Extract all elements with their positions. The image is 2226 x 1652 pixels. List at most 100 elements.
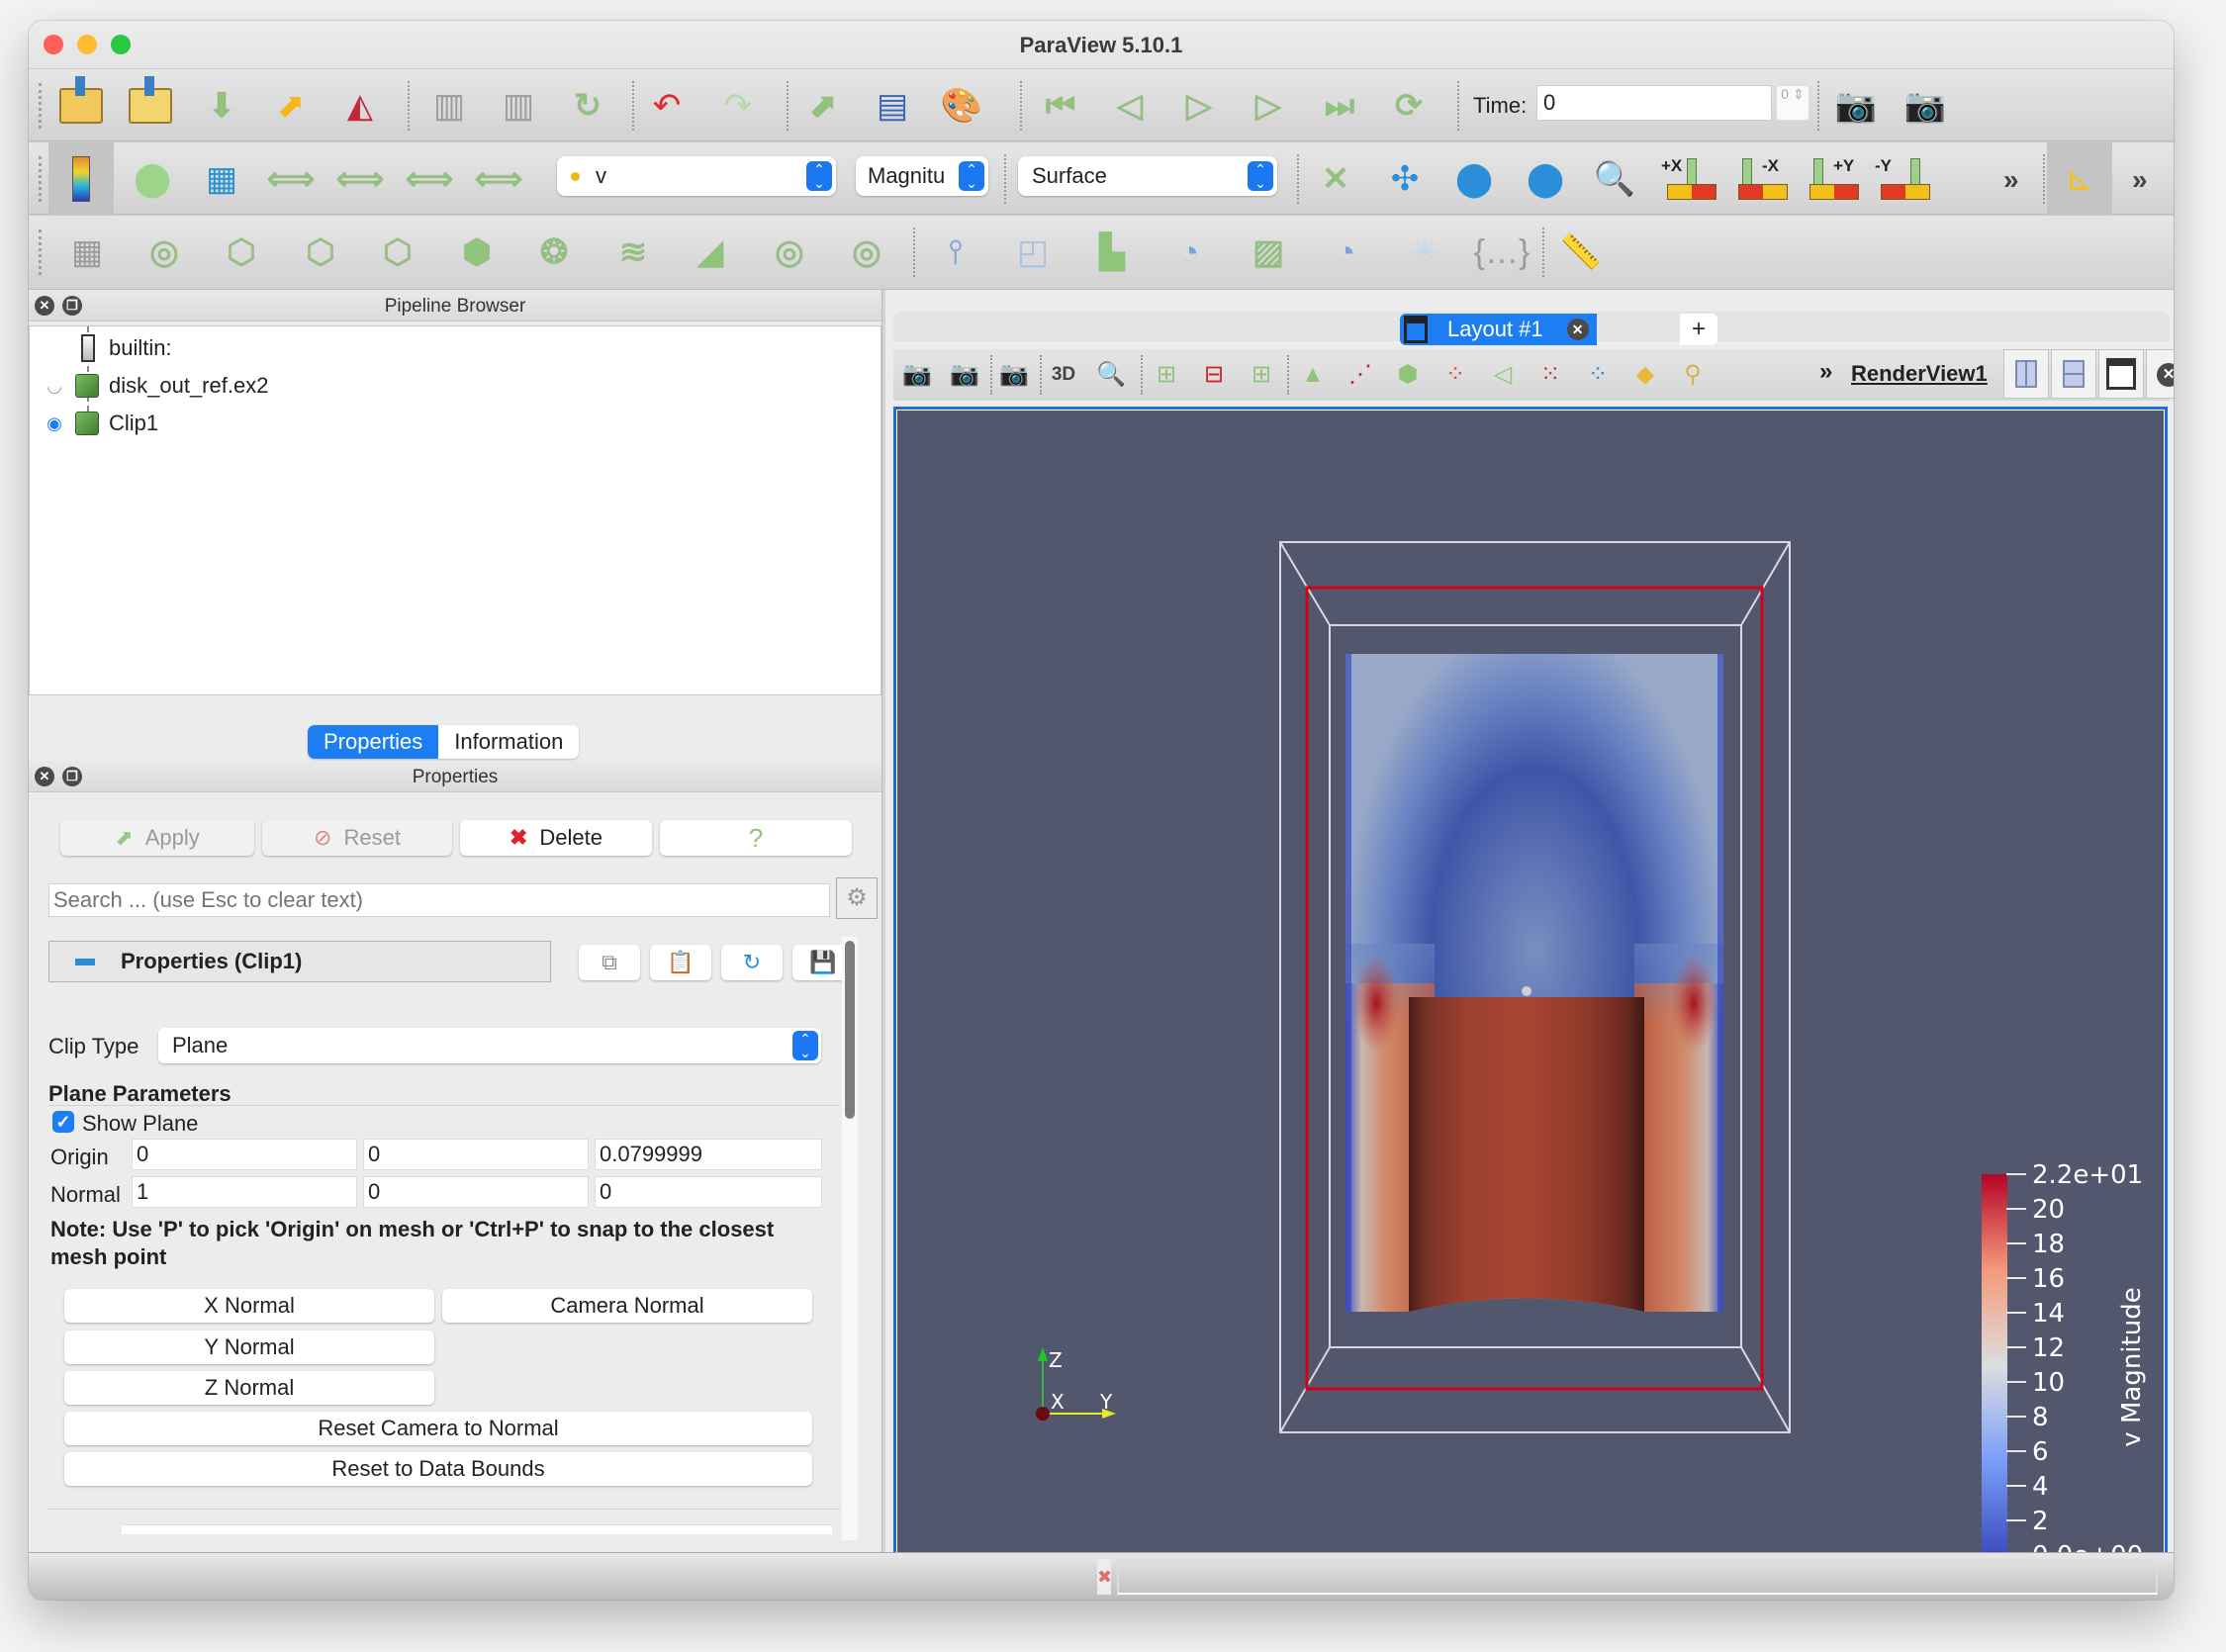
origin-x-field[interactable]: 0 — [132, 1139, 357, 1170]
view-toolbar-overflow[interactable]: » — [1819, 358, 1832, 386]
time-input[interactable]: 0 — [1536, 85, 1772, 121]
apply-button[interactable]: ⬈ Apply — [60, 820, 254, 856]
disconnect-icon[interactable]: ▥ — [494, 83, 543, 129]
previous-frame-icon[interactable]: ◁ — [1105, 83, 1155, 129]
normal-x-field[interactable]: 1 — [132, 1176, 357, 1208]
help-button[interactable]: ? — [660, 820, 852, 856]
toolbar-grip[interactable] — [39, 83, 43, 129]
advanced-settings-gear-icon[interactable]: ⚙ — [836, 877, 878, 919]
add-layout-button[interactable]: + — [1680, 314, 1717, 345]
plot-selection-over-time-icon[interactable]: ◔ — [1321, 229, 1370, 275]
plot-over-time-icon[interactable]: ◔ — [1164, 229, 1214, 275]
z-normal-button[interactable]: Z Normal — [64, 1371, 434, 1405]
render-scene[interactable]: Z Y X v Magnitude 2.2e+01 20 18 16 14 12 10 8 6 4… — [896, 410, 2165, 1563]
x-normal-button[interactable]: X Normal — [64, 1289, 434, 1323]
set-view-direction-plus-x[interactable]: +X — [1661, 154, 1720, 204]
glyph-icon[interactable]: ❂ — [529, 229, 579, 275]
y-normal-button[interactable]: Y Normal — [64, 1331, 434, 1364]
calculator-icon[interactable]: ▦ — [62, 229, 112, 275]
edit-color-map-icon[interactable]: ⬤ — [128, 156, 177, 202]
extract-level-icon[interactable]: ◎ — [842, 229, 891, 275]
load-state-icon[interactable] — [126, 76, 175, 129]
pipeline-tree[interactable]: builtin: ◡ disk_out_ref.ex2 ◉ Clip1 — [29, 325, 881, 695]
capture-to-clipboard-icon[interactable]: 📷 — [996, 357, 1032, 393]
pipeline-item-clip1[interactable]: ◉ Clip1 — [30, 406, 881, 441]
normal-y-field[interactable]: 0 — [363, 1176, 589, 1208]
origin-z-field[interactable]: 0.0799999 — [595, 1139, 822, 1170]
properties-scrollbar[interactable] — [842, 937, 858, 1540]
use-separate-color-map-icon[interactable]: ▦ — [197, 156, 246, 202]
undo-icon[interactable]: ↶ — [642, 83, 692, 129]
histogram-icon[interactable]: ▙ — [1087, 229, 1137, 275]
reset-camera-closest-icon[interactable]: ✣ — [1380, 156, 1430, 202]
rescale-custom-range-icon[interactable]: ⟺ — [335, 156, 385, 202]
set-view-direction-minus-y[interactable]: -Y — [1875, 154, 1934, 204]
palette-icon[interactable]: 🎨 — [937, 83, 986, 129]
render-view-title[interactable]: RenderView1 — [1851, 361, 1988, 387]
rescale-temporal-range-icon[interactable]: ⟺ — [405, 156, 454, 202]
origin-y-field[interactable]: 0 — [363, 1139, 589, 1170]
select-block-icon[interactable]: ⁘ — [1580, 357, 1616, 393]
scrollbar-thumb[interactable] — [845, 941, 855, 1119]
play-icon[interactable]: ▷ — [1174, 83, 1224, 129]
ruler-icon[interactable]: 📏 — [1556, 229, 1606, 275]
auto-apply-icon[interactable]: ⬈ — [266, 83, 316, 129]
redo-icon[interactable]: ↷ — [713, 83, 763, 129]
select-points-on-icon[interactable]: ⋰ — [1343, 357, 1378, 393]
rescale-data-range-icon[interactable]: ⟺ — [266, 156, 316, 202]
next-property-field[interactable] — [122, 1524, 832, 1534]
toolbar-overflow-button-2[interactable]: » — [2132, 164, 2148, 196]
component-select[interactable]: Magnitu ⌃ ⌄ — [856, 156, 988, 196]
maximize-view-button[interactable] — [2098, 349, 2144, 399]
clip-type-select[interactable]: Plane ⌃ ⌄ — [158, 1028, 821, 1063]
slice-icon[interactable]: ⬡ — [296, 229, 345, 275]
set-view-direction-minus-x[interactable]: -X — [1732, 154, 1792, 204]
probe-icon[interactable]: ✳ — [1400, 229, 1449, 275]
clip-icon[interactable]: ⬡ — [217, 229, 266, 275]
camera-undo-icon[interactable]: 📷 — [899, 357, 935, 393]
tab-information[interactable]: Information — [438, 725, 580, 759]
tab-properties[interactable]: Properties — [308, 725, 439, 759]
rescale-visible-range-icon[interactable]: ⟺ — [474, 156, 523, 202]
select-polygon-points-icon[interactable]: ⁙ — [1532, 357, 1568, 393]
pipeline-item-builtin[interactable]: builtin: — [30, 330, 881, 366]
set-view-direction-plus-y[interactable]: +Y — [1804, 154, 1863, 204]
first-frame-icon[interactable]: ⏮ — [1036, 83, 1085, 129]
group-datasets-icon[interactable]: ◎ — [765, 229, 814, 275]
normal-z-field[interactable]: 0 — [595, 1176, 822, 1208]
selection-icon[interactable]: ◰ — [1008, 229, 1058, 275]
add-selection-icon[interactable]: ⊞ — [1149, 357, 1184, 393]
threshold-icon[interactable]: ⬡ — [373, 229, 422, 275]
open-file-icon[interactable] — [56, 76, 106, 129]
python-calculator-icon[interactable]: {…} — [1474, 229, 1530, 275]
select-cells-on-icon[interactable]: ▲ — [1295, 357, 1331, 393]
color-map-editor-icon[interactable]: ▤ — [868, 83, 917, 129]
reset-camera-to-normal-button[interactable]: Reset Camera to Normal — [64, 1412, 812, 1445]
plot-over-line-icon[interactable]: ▨ — [1244, 229, 1293, 275]
toggle-3d-button[interactable]: 3D — [1046, 357, 1081, 393]
camera-redo-icon[interactable]: 📷 — [947, 357, 982, 393]
output-messages-error-icon[interactable]: ✖ — [1097, 1559, 1112, 1595]
copy-properties-button[interactable]: ⧉ — [579, 945, 640, 980]
close-view-button[interactable]: ✕ — [2146, 349, 2174, 399]
reset-button[interactable]: ⊘ Reset — [262, 820, 452, 856]
extract-subset-icon[interactable]: ⬢ — [452, 229, 502, 275]
interactive-select-icon[interactable]: ◆ — [1627, 357, 1663, 393]
toolbar-grip[interactable] — [39, 156, 43, 202]
save-data-icon[interactable]: ⬇ — [197, 83, 246, 129]
properties-section-header[interactable]: Properties (Clip1) — [48, 941, 551, 982]
connect-icon[interactable]: ▥ — [424, 83, 474, 129]
delete-button[interactable]: ✖ Delete — [460, 820, 652, 856]
pipeline-item-disk-out-ref[interactable]: ◡ disk_out_ref.ex2 — [30, 368, 881, 404]
render-view[interactable]: Z Y X v Magnitude 2.2e+01 20 18 16 14 12 10 8 6 4… — [893, 407, 2168, 1566]
color-array-select[interactable]: v ⌃ ⌄ — [557, 156, 836, 196]
camera-normal-button[interactable]: Camera Normal — [442, 1289, 812, 1323]
find-data-icon[interactable]: ⬈ — [798, 83, 848, 129]
zoom-to-data-icon[interactable]: ⬤ — [1449, 156, 1499, 202]
representation-select[interactable]: Surface ⌃ ⌄ — [1018, 156, 1277, 196]
zoom-to-box-icon[interactable]: 🔍 — [1590, 156, 1639, 202]
subtract-selection-icon[interactable]: ⊟ — [1196, 357, 1232, 393]
select-polygon-cells-icon[interactable]: ◁ — [1485, 357, 1521, 393]
eye-open-icon[interactable]: ◉ — [44, 413, 65, 434]
last-frame-icon[interactable]: ⏭ — [1315, 83, 1364, 129]
